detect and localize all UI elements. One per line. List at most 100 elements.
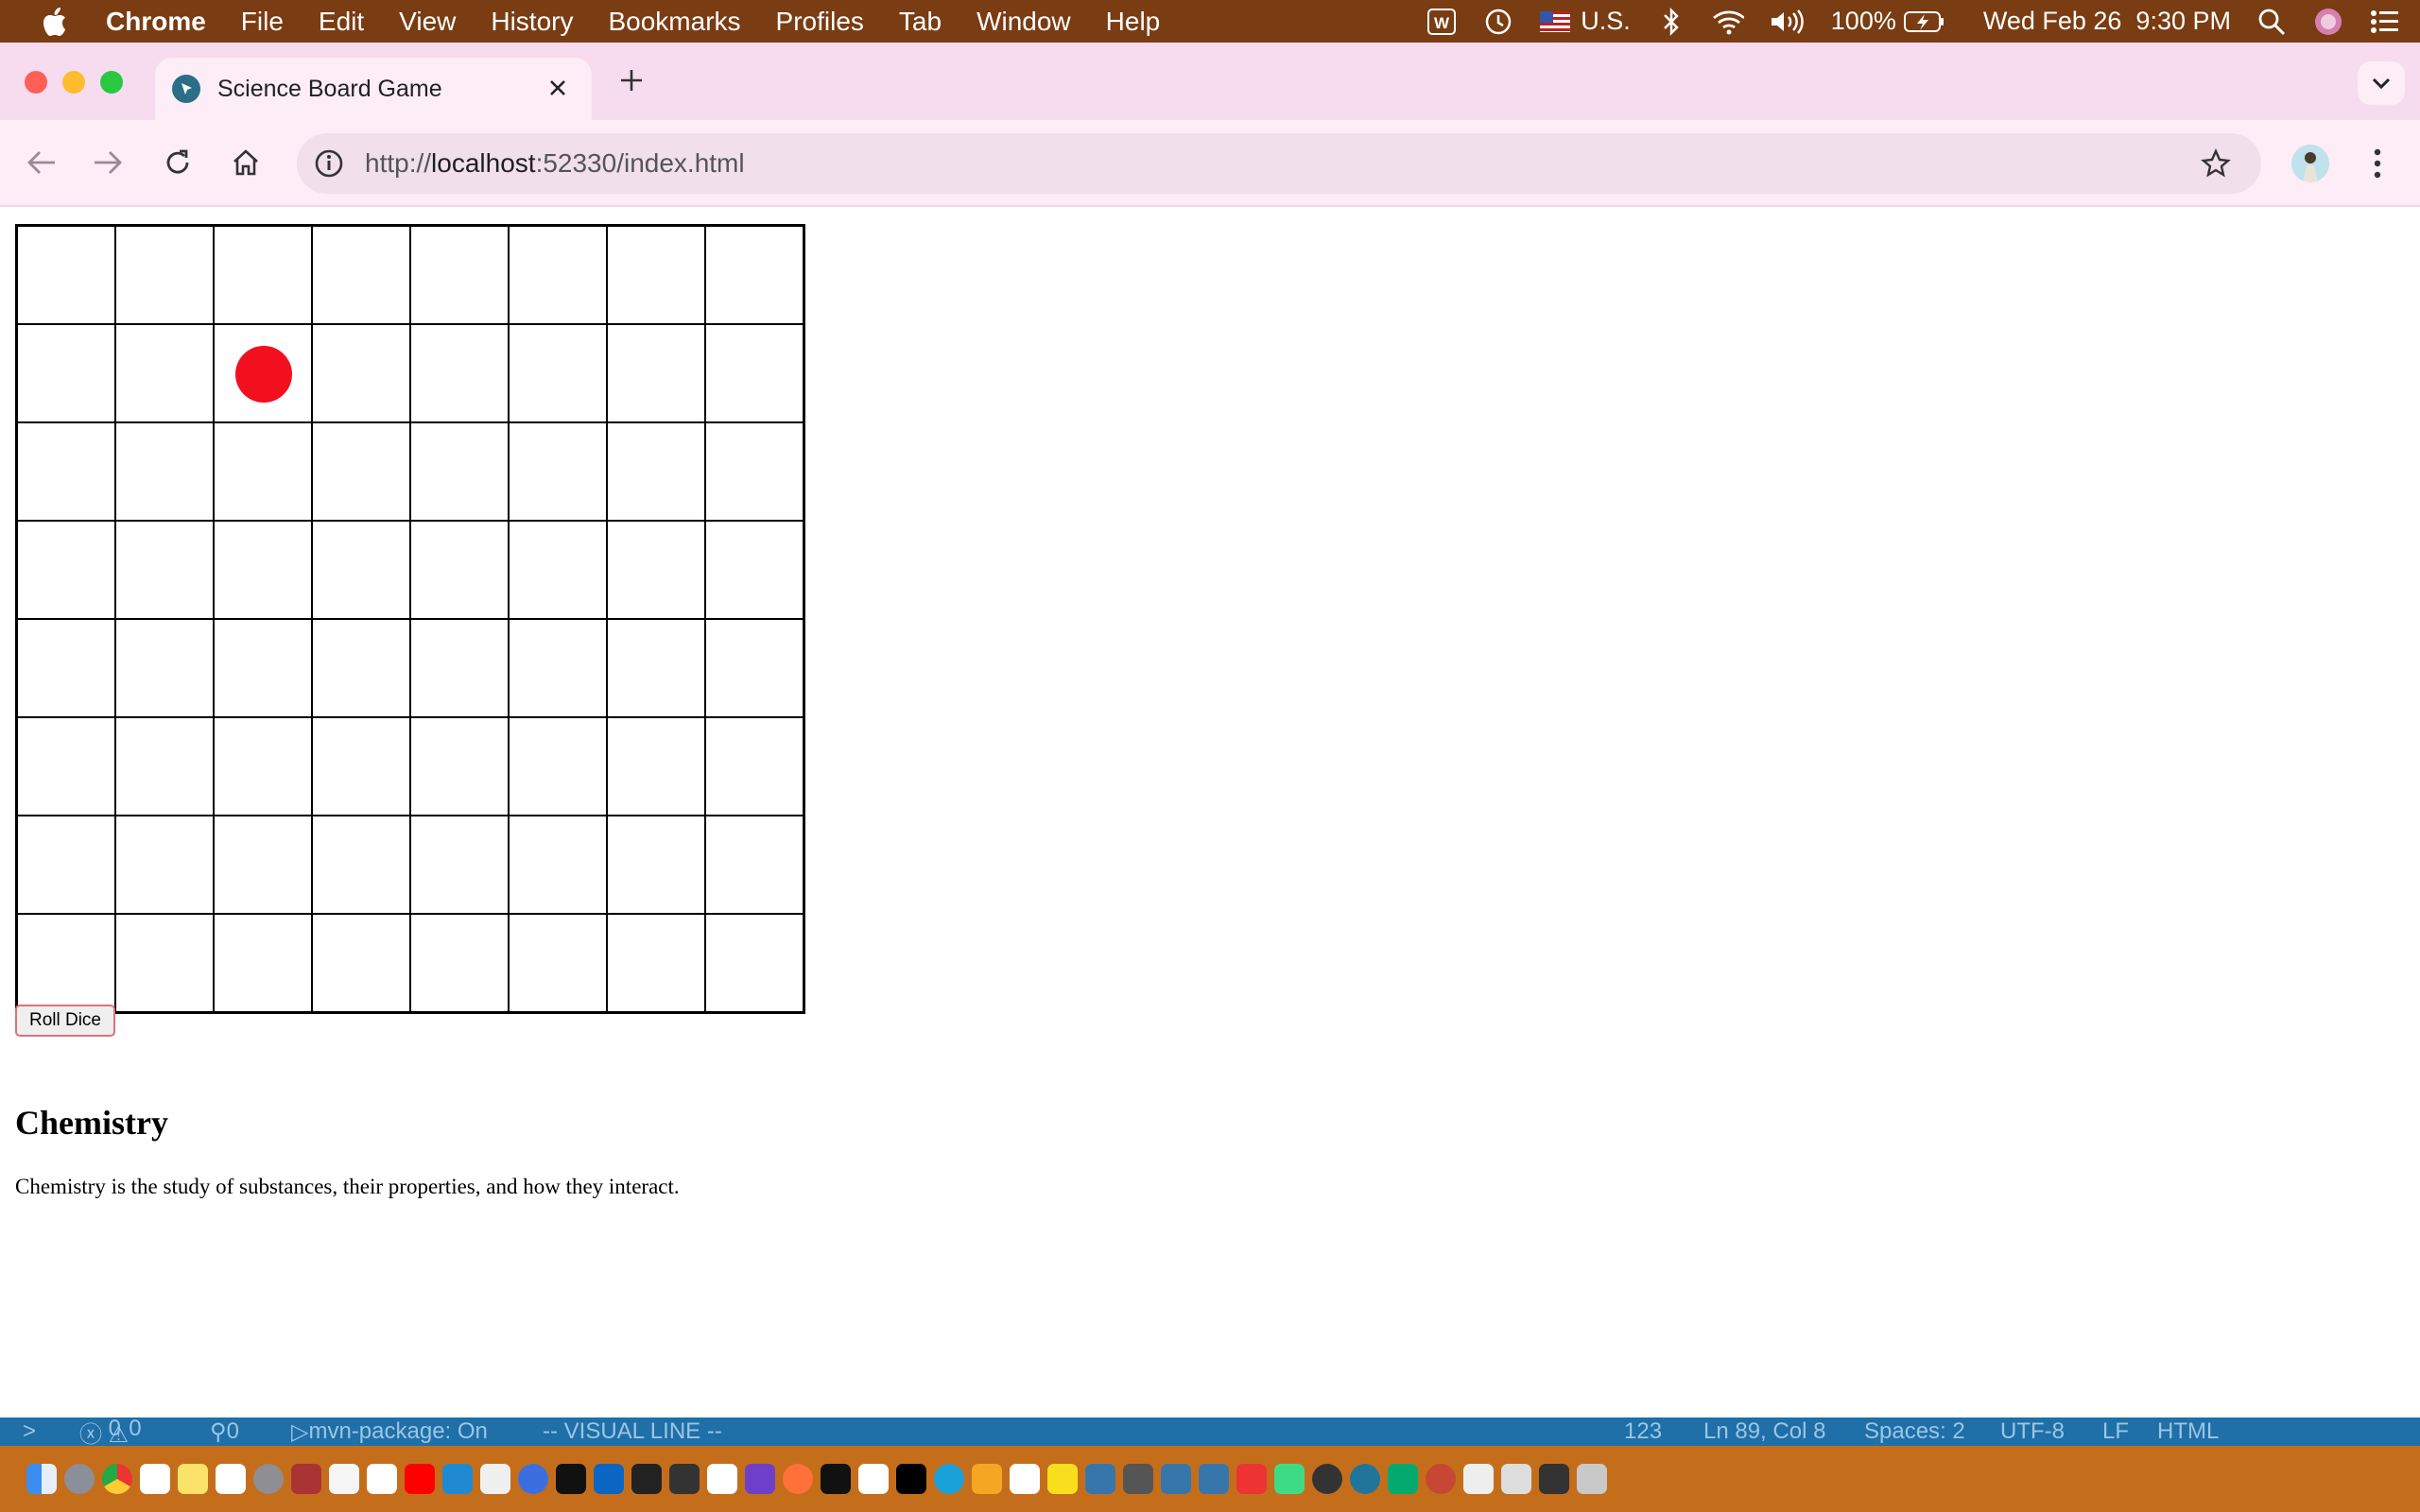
vscode-icon[interactable] (442, 1464, 473, 1494)
siri-icon[interactable] (2312, 6, 2344, 38)
new-tab-icon[interactable] (614, 63, 648, 97)
w3schools-icon[interactable] (1388, 1464, 1418, 1494)
tab-search-chevron-icon[interactable] (2358, 61, 2405, 105)
wifi-icon[interactable] (1712, 6, 1744, 38)
bookmark-star-icon[interactable] (2199, 146, 2233, 180)
menu-window[interactable]: Window (977, 7, 1071, 37)
tab-close-icon[interactable] (544, 75, 571, 101)
wps-office-icon[interactable]: W (1426, 6, 1458, 38)
python-launcher-icon[interactable] (1161, 1464, 1191, 1494)
menu-app-chrome[interactable]: Chrome (106, 7, 206, 37)
roll-dice-button[interactable]: Roll Dice (15, 1005, 115, 1037)
wps-icon[interactable] (1236, 1464, 1267, 1494)
control-center-icon[interactable] (2369, 6, 2401, 38)
bluetooth-icon[interactable] (1655, 6, 1687, 38)
volume-icon[interactable] (1769, 6, 1806, 38)
idle-icon[interactable] (1199, 1464, 1229, 1494)
board-cell (509, 914, 607, 1012)
back-arrow-icon[interactable] (21, 142, 62, 183)
site-info-icon[interactable] (310, 145, 348, 182)
coursera-icon[interactable] (972, 1464, 1002, 1494)
us-flag-icon[interactable] (1539, 6, 1571, 38)
menu-profiles[interactable]: Profiles (776, 7, 864, 37)
textedit-icon[interactable] (480, 1464, 510, 1494)
menu-history[interactable]: History (491, 7, 573, 37)
screenshot-thumbnail-icon[interactable] (1501, 1464, 1531, 1494)
linkedin-icon[interactable] (594, 1464, 624, 1494)
apple-menu-icon[interactable] (36, 3, 74, 41)
wordpress-icon[interactable] (1350, 1464, 1380, 1494)
board-cell (312, 816, 410, 914)
firefox-icon[interactable] (783, 1464, 813, 1494)
python-icon[interactable] (1085, 1464, 1115, 1494)
profile-avatar[interactable] (2291, 145, 2329, 182)
menu-edit[interactable]: Edit (319, 7, 364, 37)
gemini-icon[interactable] (518, 1464, 548, 1494)
remote-icon[interactable]: > (23, 1418, 36, 1445)
minimize-window-button[interactable] (62, 71, 85, 94)
task-indicator[interactable]: ▷ mvn-package: On (291, 1418, 488, 1446)
encoding[interactable]: UTF-8 (2000, 1418, 2065, 1445)
edge-icon[interactable] (934, 1464, 964, 1494)
board-cell (705, 324, 804, 422)
clion-icon[interactable] (631, 1464, 662, 1494)
menu-file[interactable]: File (241, 7, 284, 37)
pages-icon[interactable] (329, 1464, 359, 1494)
end-of-line[interactable]: LF (2102, 1418, 2129, 1445)
reload-icon[interactable] (157, 142, 199, 183)
settings-icon[interactable] (253, 1464, 284, 1494)
keynote-icon[interactable] (1463, 1464, 1494, 1494)
board-cell (410, 914, 509, 1012)
numbers-icon[interactable] (367, 1464, 397, 1494)
problems-indicator[interactable]: ⓧ 0 ⚠ 0 (79, 1416, 142, 1449)
forward-arrow-icon[interactable] (87, 142, 129, 183)
ports-indicator[interactable]: ⚲ 0 (210, 1418, 239, 1446)
board-cell (115, 816, 214, 914)
url-text[interactable]: http://localhost:52330/index.html (365, 148, 745, 179)
window-thumbnail-icon[interactable] (1539, 1464, 1569, 1494)
clock-datetime[interactable]: Wed Feb 26 9:30 PM (1983, 7, 2231, 36)
terminal-icon[interactable] (821, 1464, 851, 1494)
input-source-label[interactable]: U.S. (1581, 7, 1631, 36)
home-icon[interactable] (225, 142, 267, 183)
trash-icon[interactable] (1577, 1464, 1607, 1494)
cursor-position[interactable]: Ln 89, Col 8 (1703, 1418, 1825, 1445)
github-desktop-icon[interactable] (745, 1464, 775, 1494)
geeksforgeeks-icon[interactable] (858, 1464, 889, 1494)
battery-charging-icon[interactable] (1903, 6, 1945, 38)
zoom-window-button[interactable] (100, 71, 123, 94)
latex-icon[interactable] (669, 1464, 700, 1494)
obs-icon[interactable] (1312, 1464, 1342, 1494)
dictionary-icon[interactable] (291, 1464, 321, 1494)
close-window-button[interactable] (25, 71, 47, 94)
js-icon[interactable] (1047, 1464, 1078, 1494)
calendar-icon[interactable] (140, 1464, 170, 1494)
oracle-icon[interactable] (1426, 1464, 1456, 1494)
app-store-icon[interactable] (216, 1464, 246, 1494)
notes-icon[interactable] (178, 1464, 208, 1494)
javascript-icon[interactable] (1010, 1464, 1040, 1494)
chrome-icon[interactable] (102, 1464, 132, 1494)
slack-icon[interactable] (707, 1464, 737, 1494)
font-book-icon[interactable] (1123, 1464, 1153, 1494)
menu-tab[interactable]: Tab (899, 7, 942, 37)
language-mode[interactable]: HTML (2157, 1418, 2219, 1445)
launchpad-icon[interactable] (64, 1464, 95, 1494)
android-studio-icon[interactable] (1274, 1464, 1305, 1494)
menu-view[interactable]: View (399, 7, 456, 37)
time-machine-icon[interactable] (1482, 6, 1514, 38)
medium-icon[interactable] (896, 1464, 926, 1494)
menu-help[interactable]: Help (1106, 7, 1161, 37)
spotlight-search-icon[interactable] (2256, 6, 2288, 38)
menu-bookmarks[interactable]: Bookmarks (608, 7, 740, 37)
game-board (15, 224, 805, 1014)
tab-science-board-game[interactable]: Science Board Game (155, 58, 592, 120)
board-cell (410, 816, 509, 914)
youtube-icon[interactable] (405, 1464, 435, 1494)
finder-icon[interactable] (26, 1464, 57, 1494)
more-menu-icon[interactable] (2363, 143, 2392, 184)
address-bar[interactable]: http://localhost:52330/index.html (297, 133, 2261, 194)
indentation[interactable]: Spaces: 2 (1864, 1418, 1965, 1445)
selection-count[interactable]: 123 (1624, 1418, 1662, 1445)
github-icon[interactable] (556, 1464, 586, 1494)
